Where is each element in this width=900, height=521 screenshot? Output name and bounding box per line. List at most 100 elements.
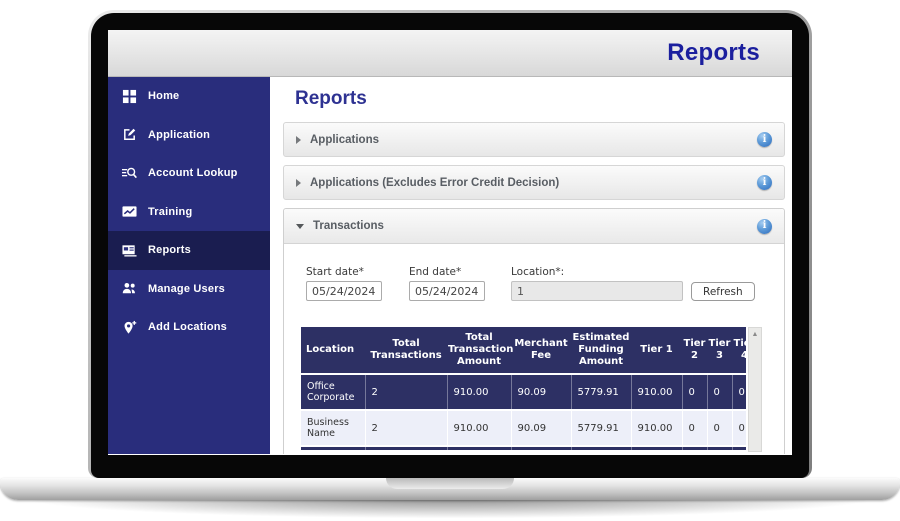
column-header: Total Transaction Amount	[447, 327, 513, 374]
table-cell: 910.00	[630, 409, 682, 446]
column-header: Tier 3	[707, 327, 732, 374]
table-cell: 910.00	[446, 373, 511, 410]
laptop-notch	[386, 478, 514, 489]
column-header: Total Transactions	[365, 327, 447, 374]
top-header-bar: Reports	[108, 30, 792, 77]
column-header: Tier 2	[682, 327, 707, 374]
location-label: Location*:	[511, 266, 565, 278]
app-window: Reports Home Application Account Lookup Tra…	[108, 30, 792, 455]
accordion-label: Applications	[310, 133, 380, 146]
table-body: Office Corporate 2 910.00 90.09 5779.91 910.0…	[301, 373, 746, 450]
table-cell: 0	[681, 409, 707, 446]
sidebar-item-reports[interactable]: Reports	[108, 231, 270, 270]
column-header: Estimated Funding Amount	[571, 327, 631, 374]
scroll-up-icon: ▲	[751, 331, 759, 338]
table-cell	[364, 445, 447, 450]
add-location-pin-icon	[121, 319, 137, 335]
table-clip: Location Total Transactions Total Transact…	[301, 327, 746, 450]
start-date-label: Start date*	[306, 266, 364, 278]
info-icon[interactable]	[757, 132, 772, 147]
app-body: Home Application Account Lookup Training Rep…	[108, 77, 792, 454]
table-cell	[731, 445, 746, 450]
end-date-input[interactable]	[409, 281, 485, 301]
laptop-base	[0, 478, 900, 500]
sidebar-item-training[interactable]: Training	[108, 193, 270, 232]
table-cell	[630, 445, 682, 450]
table-cell: 90.09	[510, 409, 571, 446]
sidebar-item-label: Home	[148, 90, 180, 103]
table-cell: 910.00	[630, 373, 682, 410]
column-header: Merchant Fee	[511, 327, 571, 374]
table-cell: 0	[706, 373, 732, 410]
table-cell	[510, 445, 571, 450]
table-cell: 2	[364, 409, 447, 446]
start-date-input[interactable]	[306, 281, 382, 301]
transactions-panel: Transactions Start date* End date*	[283, 208, 785, 454]
table-cell: 5779.91	[570, 373, 631, 410]
accordion-transactions[interactable]: Transactions	[284, 209, 784, 244]
location-input	[511, 281, 683, 301]
location-group: Location*:	[511, 266, 683, 301]
reports-card-icon	[121, 242, 137, 258]
table-cell	[446, 445, 511, 450]
account-lookup-search-icon	[121, 165, 137, 181]
table-cell	[681, 445, 707, 450]
caret-right-icon	[296, 178, 301, 187]
sidebar-item-application[interactable]: Application	[108, 116, 270, 155]
caret-down-icon	[296, 223, 304, 229]
table-cell: 0	[731, 409, 746, 446]
table-cell	[706, 445, 732, 450]
sidebar-item-label: Add Locations	[148, 321, 227, 334]
end-date-label: End date*	[409, 266, 462, 278]
column-header: Tier 1	[631, 327, 682, 374]
sidebar-item-label: Application	[148, 128, 211, 141]
table-scrollbar[interactable]: ▲	[748, 327, 762, 452]
sidebar-item-home[interactable]: Home	[108, 77, 270, 116]
sidebar-item-label: Manage Users	[148, 282, 225, 295]
accordion-label: Applications (Excludes Error Credit Deci…	[310, 176, 560, 189]
table-cell: 0	[731, 373, 746, 410]
manage-users-icon	[121, 281, 137, 297]
table-row[interactable]	[301, 445, 746, 450]
column-header: Location	[301, 327, 365, 374]
page-title: Reports	[295, 88, 367, 109]
table-header: Location Total Transactions Total Transact…	[301, 327, 746, 374]
transactions-table: Location Total Transactions Total Transact…	[301, 327, 746, 450]
accordion-applications[interactable]: Applications	[283, 122, 785, 157]
start-date-group: Start date*	[306, 266, 382, 301]
column-header: Tier 4	[732, 327, 746, 374]
sidebar-item-label: Reports	[148, 244, 191, 257]
caret-right-icon	[296, 135, 301, 144]
table-cell	[301, 445, 365, 450]
info-icon[interactable]	[757, 175, 772, 190]
main-content: Reports Applications Applications (Exclu…	[270, 77, 792, 454]
app-title: Reports	[667, 39, 760, 66]
table-row[interactable]: Business Name 2 910.00 90.09 5779.91 910.00 0 0…	[301, 409, 746, 446]
sidebar: Home Application Account Lookup Training Rep…	[108, 77, 270, 454]
accordion-applications-excludes-error[interactable]: Applications (Excludes Error Credit Deci…	[283, 165, 785, 200]
accordion-label: Transactions	[313, 220, 384, 232]
sidebar-item-add-locations[interactable]: Add Locations	[108, 308, 270, 347]
table-cell: 0	[681, 373, 707, 410]
table-cell: 5779.91	[570, 409, 631, 446]
table-cell: Business Name	[301, 409, 365, 446]
refresh-button[interactable]: Refresh	[691, 282, 755, 301]
table-cell: Office Corporate	[301, 373, 365, 410]
sidebar-item-manage-users[interactable]: Manage Users	[108, 270, 270, 309]
laptop-frame: Reports Home Application Account Lookup Tra…	[88, 10, 812, 478]
training-chart-icon	[121, 204, 137, 220]
table-cell: 910.00	[446, 409, 511, 446]
table-cell: 2	[364, 373, 447, 410]
end-date-group: End date*	[409, 266, 485, 301]
table-cell: 0	[706, 409, 732, 446]
application-edit-icon	[121, 127, 137, 143]
table-row[interactable]: Office Corporate 2 910.00 90.09 5779.91 910.0…	[301, 373, 746, 410]
sidebar-item-label: Account Lookup	[148, 167, 238, 180]
sidebar-item-account-lookup[interactable]: Account Lookup	[108, 154, 270, 193]
sidebar-item-label: Training	[148, 205, 193, 218]
info-icon[interactable]	[757, 218, 772, 234]
table-cell: 90.09	[510, 373, 571, 410]
transactions-table-zone: Location Total Transactions Total Transact…	[301, 327, 784, 452]
table-cell	[570, 445, 631, 450]
laptop-mockup: Reports Home Application Account Lookup Tra…	[0, 0, 900, 521]
